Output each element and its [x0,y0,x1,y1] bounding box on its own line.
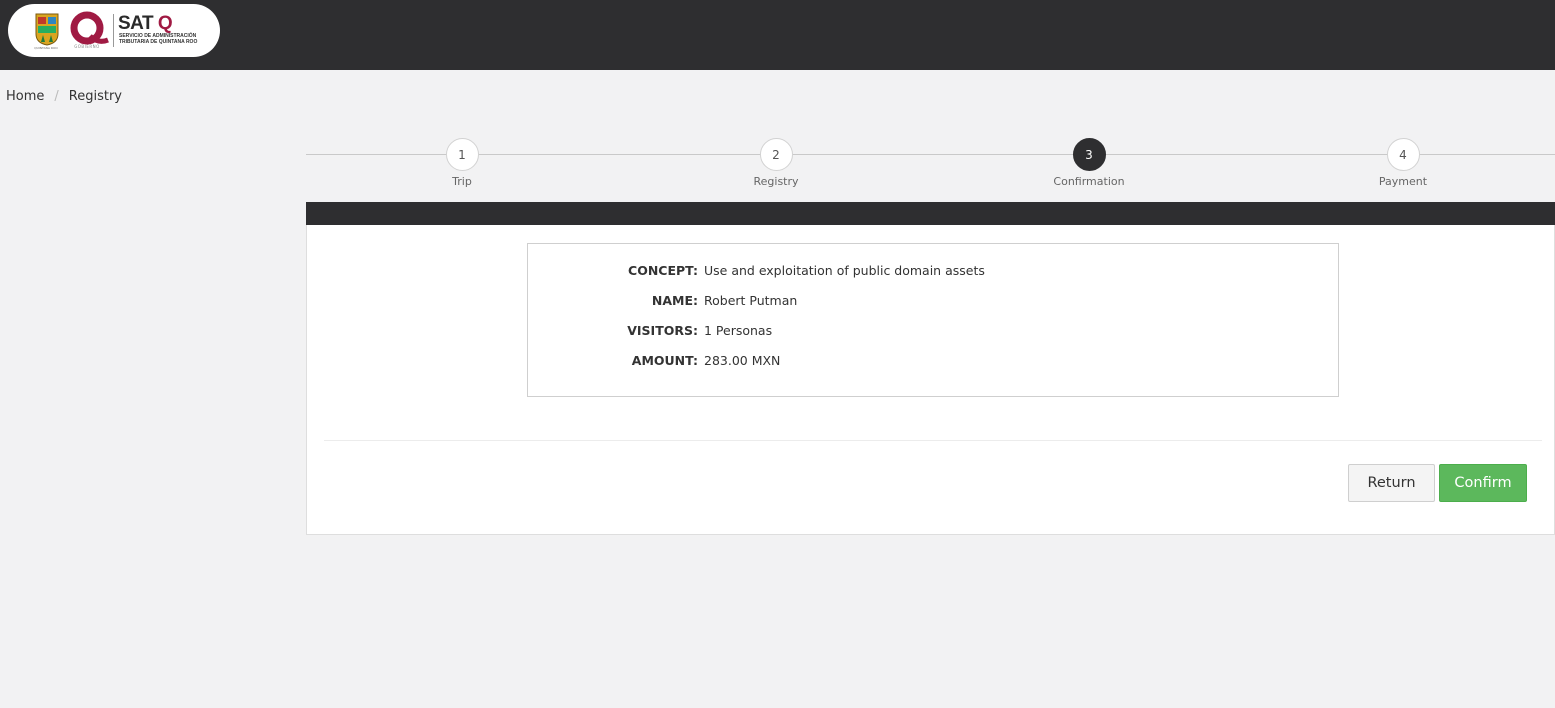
step-label: Registry [753,175,799,188]
step-number: 1 [445,138,479,171]
summary-value: 283.00 MXN [704,353,781,368]
confirmation-panel: CONCEPT: Use and exploitation of public … [306,202,1555,535]
step-confirmation: 3 Confirmation [1029,138,1149,188]
q-logo-caption: GOBIERNO [74,44,100,49]
progress-steps: 1 Trip 2 Registry 3 Confirmation 4 Payme… [306,138,1555,198]
step-payment: 4 Payment [1343,138,1463,188]
summary-value: Robert Putman [704,293,798,308]
breadcrumb-home[interactable]: Home [6,89,44,104]
sat-brand-text: SAT Q [118,13,173,35]
breadcrumb: Home / Registry [6,89,122,104]
step-number: 4 [1386,138,1420,171]
summary-row-name: NAME: Robert Putman [528,293,1340,313]
panel-header-bar [306,202,1555,225]
summary-value: Use and exploitation of public domain as… [704,263,985,278]
breadcrumb-registry[interactable]: Registry [69,89,122,104]
sat-brand-main: SAT [118,13,154,34]
step-label: Trip [452,175,472,188]
step-label: Payment [1378,175,1428,188]
top-header-bar: QUINTANA ROO GOBIERNO SAT Q SERVICIO DE … [0,0,1555,70]
breadcrumb-separator: / [54,89,59,104]
confirm-button[interactable]: Confirm [1439,464,1527,502]
step-number: 2 [759,138,793,171]
logo-container[interactable]: QUINTANA ROO GOBIERNO SAT Q SERVICIO DE … [8,4,220,57]
summary-box: CONCEPT: Use and exploitation of public … [527,243,1339,397]
step-label: Confirmation [1053,175,1125,188]
summary-key: AMOUNT: [631,353,698,368]
shield-caption: QUINTANA ROO [34,46,58,50]
step-number: 3 [1072,138,1106,171]
summary-key: VISITORS: [627,323,698,338]
panel-divider [324,440,1542,441]
state-shield-icon [35,13,59,46]
step-registry: 2 Registry [716,138,836,188]
summary-key: NAME: [651,293,698,308]
return-button[interactable]: Return [1348,464,1435,502]
sat-subtitle-line2: TRIBUTARIA DE QUINTANA ROO [119,39,198,45]
step-trip: 1 Trip [402,138,522,188]
summary-key: CONCEPT: [628,263,698,278]
summary-value: 1 Personas [704,323,773,338]
summary-row-concept: CONCEPT: Use and exploitation of public … [528,263,1340,283]
summary-row-visitors: VISITORS: 1 Personas [528,323,1340,343]
sat-brand-q: Q [157,13,173,34]
summary-row-amount: AMOUNT: 283.00 MXN [528,353,1340,373]
logo-divider [113,14,114,47]
sat-brand-subtitle: SERVICIO DE ADMINISTRACIÓN TRIBUTARIA DE… [119,33,209,45]
